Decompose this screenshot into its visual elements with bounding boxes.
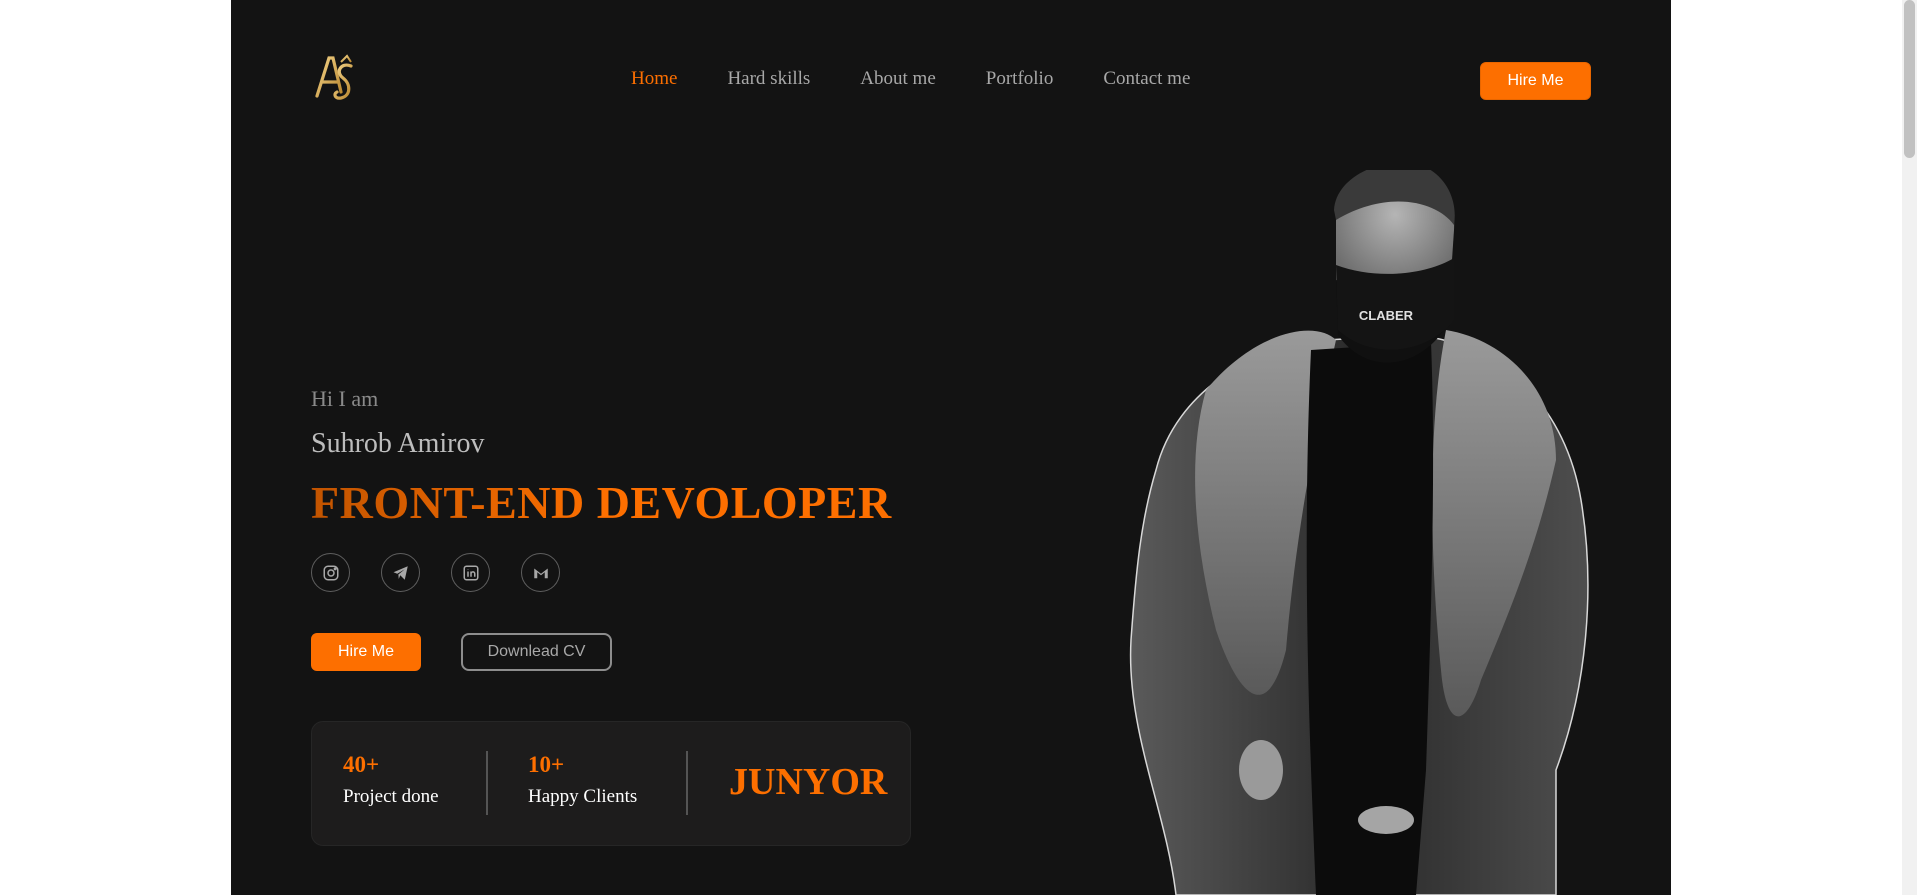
hero-hire-me-button[interactable]: Hire Me — [311, 633, 421, 671]
stat-level: JUNYOR — [729, 761, 888, 803]
stats-divider — [686, 751, 688, 815]
stat-projects-value: 40+ — [343, 752, 380, 777]
stat-clients-value: 10+ — [528, 752, 565, 777]
svg-text:CLABER: CLABER — [1359, 308, 1414, 323]
download-cv-button[interactable]: Downlead CV — [461, 633, 612, 671]
hero-title: FRONT-END DEVOLOPER — [311, 477, 892, 528]
nav-item-hard-skills[interactable]: Hard skills — [727, 68, 810, 90]
instagram-link[interactable] — [311, 553, 350, 592]
portfolio-page: Home Hard skills About me Portfolio Cont… — [231, 0, 1671, 895]
stat-projects-label: Project done — [343, 786, 439, 807]
linkedin-icon — [463, 565, 478, 580]
telegram-icon — [393, 565, 408, 580]
hero-name: Suhrob Amirov — [311, 428, 485, 459]
gmail-icon — [533, 568, 548, 578]
stat-clients-label: Happy Clients — [528, 786, 638, 807]
nav-item-contact-me[interactable]: Contact me — [1103, 68, 1190, 90]
portrait-photo: CLABER — [1129, 170, 1589, 895]
social-links — [311, 553, 560, 592]
page-scrollbar[interactable] — [1902, 0, 1917, 895]
scrollbar-thumb[interactable] — [1904, 0, 1915, 158]
nav-item-about-me[interactable]: About me — [860, 68, 935, 90]
telegram-link[interactable] — [381, 553, 420, 592]
main-nav: Home Hard skills About me Portfolio Cont… — [631, 68, 1190, 90]
linkedin-link[interactable] — [451, 553, 490, 592]
nav-item-home[interactable]: Home — [631, 68, 677, 90]
gmail-link[interactable] — [521, 553, 560, 592]
stat-clients: 10+ Happy Clients — [528, 752, 637, 808]
hero-greeting: Hi I am — [311, 386, 379, 411]
stats-divider — [486, 751, 488, 815]
stat-projects: 40+ Project done — [343, 752, 439, 808]
stats-card: 40+ Project done 10+ Happy Clients JUNYO… — [311, 721, 911, 846]
header-hire-me-button[interactable]: Hire Me — [1480, 62, 1591, 100]
nav-item-portfolio[interactable]: Portfolio — [986, 68, 1054, 90]
instagram-icon — [323, 565, 338, 580]
as-monogram-logo[interactable] — [311, 52, 359, 108]
